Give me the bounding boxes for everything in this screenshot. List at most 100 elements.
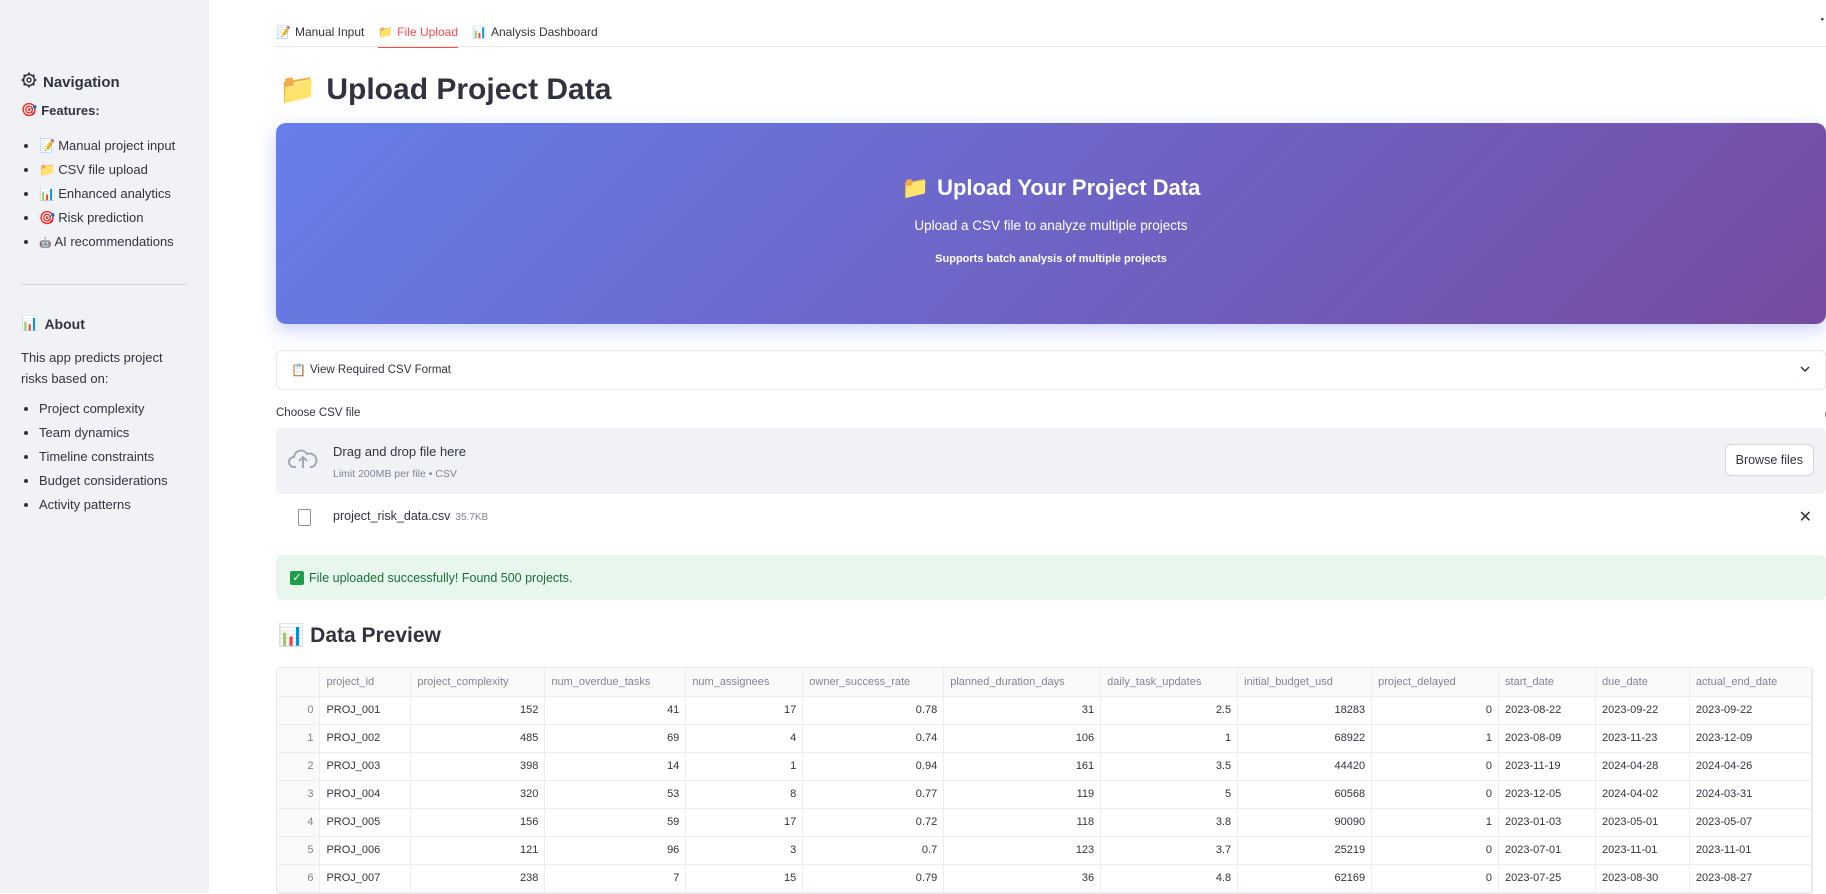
table-cell[interactable]: 96 bbox=[544, 836, 687, 865]
table-cell[interactable]: 18283 bbox=[1237, 696, 1373, 725]
table-row[interactable]: 1 PROJ_002 485 69 4 0.74 106 1 68922 1 2023-08-09 2… bbox=[277, 724, 1812, 753]
table-row[interactable]: 2 PROJ_003 398 14 1 0.94 161 3.5 44420 0 2023-11-1… bbox=[277, 752, 1812, 781]
table-cell[interactable]: 62169 bbox=[1237, 864, 1373, 893]
table-cell[interactable]: 0.79 bbox=[802, 864, 945, 893]
table-cell[interactable]: 0.78 bbox=[802, 696, 945, 725]
table-cell[interactable]: 17 bbox=[685, 696, 804, 725]
table-cell[interactable]: 2023-08-27 bbox=[1689, 864, 1812, 893]
csv-format-expander[interactable]: 📋 View Required CSV Format bbox=[276, 350, 1826, 390]
table-cell[interactable]: 106 bbox=[943, 724, 1102, 753]
table-cell[interactable]: 44420 bbox=[1237, 752, 1373, 781]
table-cell[interactable]: 5 bbox=[1100, 780, 1239, 809]
table-cell[interactable]: 2024-04-02 bbox=[1595, 780, 1690, 809]
table-cell[interactable]: 2024-04-26 bbox=[1689, 752, 1812, 781]
table-row[interactable]: 0 PROJ_001 152 41 17 0.78 31 2.5 18283 0 2023-08-2… bbox=[277, 696, 1812, 725]
table-cell[interactable]: 2023-08-30 bbox=[1595, 864, 1690, 893]
table-cell[interactable]: 2023-01-03 bbox=[1498, 808, 1596, 837]
close-icon[interactable]: ✕ bbox=[1799, 507, 1812, 527]
column-header[interactable]: project_id bbox=[319, 668, 412, 697]
table-cell[interactable]: 2023-05-07 bbox=[1689, 808, 1812, 837]
column-header[interactable]: due_date bbox=[1595, 668, 1690, 697]
column-header[interactable]: daily_task_updates bbox=[1100, 668, 1239, 697]
table-cell[interactable]: 2023-08-22 bbox=[1498, 696, 1596, 725]
column-header[interactable]: start_date bbox=[1498, 668, 1596, 697]
table-cell[interactable]: 1 bbox=[1100, 724, 1239, 753]
table-cell[interactable]: 2023-12-05 bbox=[1498, 780, 1596, 809]
table-row[interactable]: 3 PROJ_004 320 53 8 0.77 119 5 60568 0 2023-12-05 2… bbox=[277, 780, 1812, 809]
table-cell[interactable]: 2023-11-23 bbox=[1595, 724, 1690, 753]
table-cell[interactable]: 0.74 bbox=[802, 724, 945, 753]
table-cell[interactable]: 3.5 bbox=[1100, 752, 1239, 781]
table-cell[interactable]: 0 bbox=[1371, 780, 1500, 809]
row-index[interactable]: 6 bbox=[277, 864, 321, 893]
table-cell[interactable]: 152 bbox=[410, 696, 546, 725]
table-cell[interactable]: 14 bbox=[544, 752, 687, 781]
row-index[interactable]: 3 bbox=[277, 780, 321, 809]
table-cell[interactable]: 238 bbox=[410, 864, 546, 893]
table-cell[interactable]: 60568 bbox=[1237, 780, 1373, 809]
table-cell[interactable]: 2023-11-01 bbox=[1689, 836, 1812, 865]
table-cell[interactable]: 4 bbox=[685, 724, 804, 753]
table-cell[interactable]: 31 bbox=[943, 696, 1102, 725]
table-cell[interactable]: 15 bbox=[685, 864, 804, 893]
table-cell[interactable]: 41 bbox=[544, 696, 687, 725]
table-cell[interactable]: 2024-03-31 bbox=[1689, 780, 1812, 809]
tab-analysis-dashboard[interactable]: 📊 Analysis Dashboard bbox=[472, 18, 598, 46]
data-preview-table[interactable]: project_id project_complexity num_overdu… bbox=[276, 667, 1813, 894]
table-cell[interactable]: 2023-08-09 bbox=[1498, 724, 1596, 753]
table-cell[interactable]: PROJ_004 bbox=[319, 780, 412, 809]
table-cell[interactable]: 0.94 bbox=[802, 752, 945, 781]
file-dropzone[interactable]: Drag and drop file here Limit 200MB per … bbox=[276, 428, 1826, 494]
table-cell[interactable]: 118 bbox=[943, 808, 1102, 837]
table-cell[interactable]: 90090 bbox=[1237, 808, 1373, 837]
table-cell[interactable]: 69 bbox=[544, 724, 687, 753]
table-cell[interactable]: 2023-11-01 bbox=[1595, 836, 1690, 865]
table-cell[interactable]: 156 bbox=[410, 808, 546, 837]
table-cell[interactable]: 2023-11-19 bbox=[1498, 752, 1596, 781]
table-row[interactable]: 6 PROJ_007 238 7 15 0.79 36 4.8 62169 0 2023-07-25… bbox=[277, 864, 1812, 893]
column-header[interactable]: owner_success_rate bbox=[802, 668, 945, 697]
column-header[interactable]: actual_end_date bbox=[1689, 668, 1812, 697]
column-header[interactable]: project_complexity bbox=[410, 668, 546, 697]
table-cell[interactable]: PROJ_006 bbox=[319, 836, 412, 865]
table-cell[interactable]: 68922 bbox=[1237, 724, 1373, 753]
table-cell[interactable]: PROJ_002 bbox=[319, 724, 412, 753]
table-cell[interactable]: 3.8 bbox=[1100, 808, 1239, 837]
table-cell[interactable]: 0.77 bbox=[802, 780, 945, 809]
table-cell[interactable]: 320 bbox=[410, 780, 546, 809]
table-cell[interactable]: 0 bbox=[1371, 752, 1500, 781]
row-index[interactable]: 2 bbox=[277, 752, 321, 781]
column-header[interactable]: num_assignees bbox=[685, 668, 804, 697]
table-cell[interactable]: 1 bbox=[685, 752, 804, 781]
tab-file-upload[interactable]: 📁 File Upload bbox=[378, 18, 458, 48]
table-cell[interactable]: PROJ_003 bbox=[319, 752, 412, 781]
table-cell[interactable]: 0.7 bbox=[802, 836, 945, 865]
table-cell[interactable]: 161 bbox=[943, 752, 1102, 781]
row-index[interactable]: 4 bbox=[277, 808, 321, 837]
table-cell[interactable]: 485 bbox=[410, 724, 546, 753]
table-cell[interactable]: PROJ_005 bbox=[319, 808, 412, 837]
table-cell[interactable]: 121 bbox=[410, 836, 546, 865]
table-cell[interactable]: 2023-07-01 bbox=[1498, 836, 1596, 865]
table-cell[interactable]: 3.7 bbox=[1100, 836, 1239, 865]
table-cell[interactable]: 2024-04-28 bbox=[1595, 752, 1690, 781]
dataframe[interactable]: project_id project_complexity num_overdu… bbox=[277, 668, 1812, 893]
table-cell[interactable]: 36 bbox=[943, 864, 1102, 893]
table-cell[interactable]: 8 bbox=[685, 780, 804, 809]
table-cell[interactable]: 2023-09-22 bbox=[1689, 696, 1812, 725]
table-cell[interactable]: 398 bbox=[410, 752, 546, 781]
table-cell[interactable]: 1 bbox=[1371, 724, 1500, 753]
table-cell[interactable]: 2023-07-25 bbox=[1498, 864, 1596, 893]
table-row[interactable]: 4 PROJ_005 156 59 17 0.72 118 3.8 90090 1 2023-01-… bbox=[277, 808, 1812, 837]
tab-manual-input[interactable]: 📝 Manual Input bbox=[276, 18, 364, 46]
table-cell[interactable]: 123 bbox=[943, 836, 1102, 865]
table-cell[interactable]: PROJ_001 bbox=[319, 696, 412, 725]
table-cell[interactable]: 53 bbox=[544, 780, 687, 809]
row-index[interactable]: 0 bbox=[277, 696, 321, 725]
table-cell[interactable]: 17 bbox=[685, 808, 804, 837]
row-index[interactable]: 5 bbox=[277, 836, 321, 865]
table-cell[interactable]: 25219 bbox=[1237, 836, 1373, 865]
table-cell[interactable]: 3 bbox=[685, 836, 804, 865]
table-cell[interactable]: 2023-05-01 bbox=[1595, 808, 1690, 837]
table-cell[interactable]: 1 bbox=[1371, 808, 1500, 837]
